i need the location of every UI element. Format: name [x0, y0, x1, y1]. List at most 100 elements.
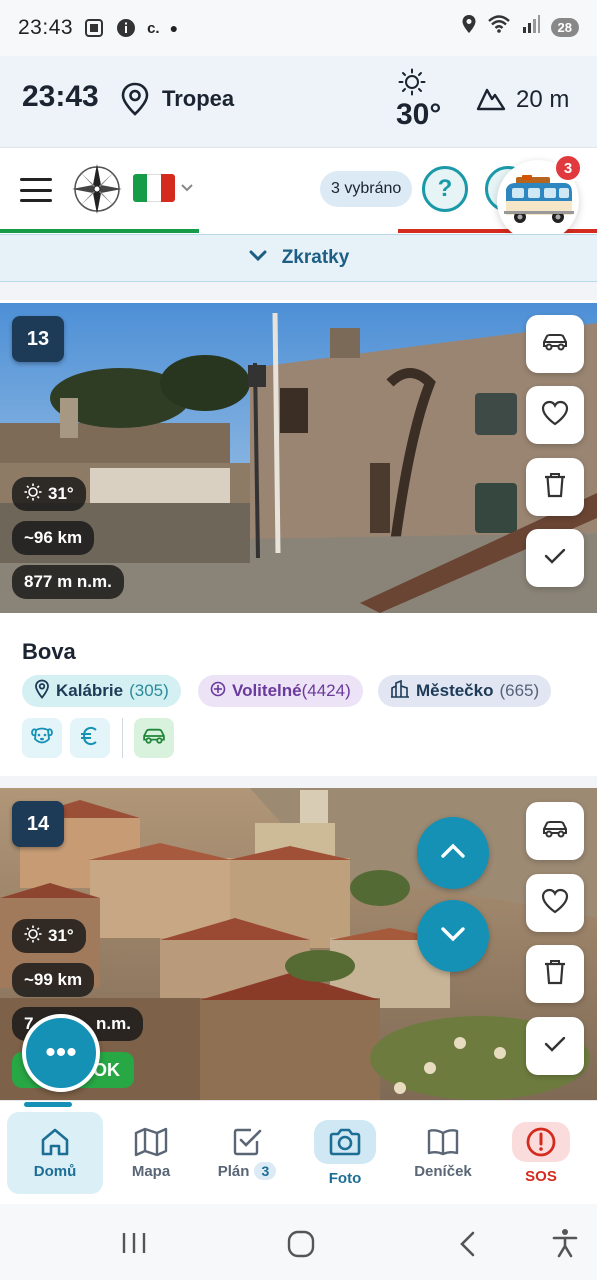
- mountain-icon: [476, 84, 506, 117]
- checkmark-icon: [543, 1034, 567, 1059]
- delete-button[interactable]: [526, 945, 584, 1003]
- temperature-value: 31°: [48, 926, 74, 945]
- current-altitude: 20 m: [516, 86, 570, 113]
- car-icon: [141, 727, 167, 750]
- chevron-down-icon: [440, 926, 466, 947]
- type-count: (665): [499, 681, 540, 700]
- flag-line-white: [199, 229, 398, 233]
- current-location[interactable]: Tropea: [162, 86, 234, 112]
- pet-friendly-feature[interactable]: [22, 718, 62, 758]
- car-access-feature[interactable]: [134, 718, 174, 758]
- sun-icon: [398, 68, 426, 101]
- help-button[interactable]: ?: [422, 166, 468, 212]
- selected-count-pill[interactable]: 3 vybráno: [320, 171, 413, 207]
- location-pin-icon: [120, 82, 150, 121]
- plus-circle-icon: [210, 681, 226, 702]
- alert-icon: [512, 1121, 570, 1162]
- nav-map-label: Mapa: [131, 1162, 171, 1180]
- place-number-badge: 14: [12, 801, 64, 847]
- chevron-down-icon: [248, 247, 268, 269]
- info-icon: [115, 17, 137, 39]
- favorite-button[interactable]: [526, 874, 584, 932]
- current-temperature: 30°: [396, 98, 442, 131]
- location-status-icon: [461, 14, 477, 40]
- checkmark-icon: [543, 546, 567, 571]
- screenshot-icon: [83, 17, 105, 39]
- shortcuts-toggle[interactable]: Zkratky: [0, 234, 597, 282]
- info-time: 23:43: [22, 80, 99, 113]
- plan-count-badge: 3: [254, 1162, 277, 1180]
- battery-indicator: 28: [550, 17, 579, 37]
- italy-flag-icon[interactable]: [133, 174, 175, 202]
- nav-home[interactable]: Domů: [7, 1112, 103, 1194]
- signal-icon: [521, 14, 541, 40]
- wifi-icon: [487, 14, 511, 40]
- nav-map[interactable]: Mapa: [103, 1112, 199, 1194]
- region-tag[interactable]: Kalábrie (305): [22, 675, 181, 707]
- nav-sos[interactable]: SOS: [493, 1112, 589, 1194]
- favorite-button[interactable]: [526, 386, 584, 444]
- type-tag[interactable]: Městečko (665): [378, 675, 552, 707]
- elevation-unit: n.m.: [96, 1014, 131, 1033]
- delete-button[interactable]: [526, 458, 584, 516]
- optional-tag[interactable]: Volitelné (4424): [198, 675, 363, 707]
- more-options-button[interactable]: •••: [22, 1014, 100, 1092]
- buildings-icon: [390, 679, 410, 703]
- nav-home-label: Domů: [33, 1162, 77, 1180]
- euro-icon: [79, 725, 101, 752]
- place-title[interactable]: Bova: [22, 639, 76, 665]
- home-system-icon[interactable]: [287, 1230, 315, 1263]
- temperature-pill: 31°: [12, 919, 86, 953]
- shortcuts-label: Zkratky: [281, 247, 350, 268]
- dog-icon: [30, 725, 54, 752]
- optional-count: (4424): [301, 681, 351, 700]
- status-time: 23:43: [18, 16, 74, 39]
- nav-sos-label: SOS: [525, 1167, 557, 1185]
- trash-icon: [543, 959, 567, 990]
- nav-diary[interactable]: Deníček: [395, 1112, 491, 1194]
- location-pin-icon: [34, 679, 50, 704]
- nav-diary-label: Deníček: [414, 1162, 472, 1180]
- feature-divider: [122, 718, 123, 758]
- accessibility-icon[interactable]: [552, 1228, 578, 1263]
- checklist-icon: [231, 1126, 263, 1156]
- camera-icon: [314, 1119, 376, 1164]
- check-button[interactable]: [526, 529, 584, 587]
- nav-plan-label: Plán: [217, 1162, 250, 1180]
- back-icon[interactable]: [458, 1230, 478, 1263]
- nav-photo[interactable]: Foto: [297, 1112, 393, 1194]
- sun-small-icon: [24, 925, 42, 948]
- car-route-button[interactable]: [526, 315, 584, 373]
- optional-label: Volitelné: [232, 681, 302, 700]
- scroll-up-button[interactable]: [417, 817, 489, 889]
- menu-icon[interactable]: [20, 178, 52, 202]
- home-icon: [39, 1127, 71, 1157]
- system-navigation-bar: [0, 1204, 597, 1280]
- place-number-badge: 13: [12, 316, 64, 362]
- notification-text: c.: [147, 19, 160, 37]
- info-bar: 23:43 Tropea 30° 20 m: [0, 56, 597, 148]
- region-count: (305): [129, 681, 169, 700]
- check-button[interactable]: [526, 1017, 584, 1075]
- chevron-down-icon[interactable]: [180, 180, 194, 196]
- flag-line-green: [0, 229, 199, 233]
- nav-plan[interactable]: Plán 3: [199, 1112, 295, 1194]
- car-route-button[interactable]: [526, 802, 584, 860]
- compass-logo-icon[interactable]: [70, 162, 124, 216]
- active-tab-indicator: [24, 1102, 72, 1107]
- temperature-value: 31°: [48, 484, 74, 503]
- book-icon: [426, 1127, 460, 1157]
- scroll-down-button[interactable]: [417, 900, 489, 972]
- elevation-pill: 877 m n.m.: [12, 565, 124, 599]
- heart-icon: [541, 888, 569, 919]
- nav-photo-label: Foto: [328, 1169, 362, 1187]
- paid-feature[interactable]: [70, 718, 110, 758]
- recent-apps-icon[interactable]: [121, 1232, 147, 1259]
- distance-pill: ~99 km: [12, 963, 95, 997]
- map-icon: [134, 1127, 168, 1157]
- place-card[interactable]: 13 31° ~96 km 877 m n.m. Bova Kalábrie (…: [0, 300, 597, 776]
- selected-badge: 3: [553, 153, 583, 183]
- sun-small-icon: [24, 483, 42, 506]
- temperature-pill: 31°: [12, 477, 86, 511]
- car-icon: [541, 332, 569, 357]
